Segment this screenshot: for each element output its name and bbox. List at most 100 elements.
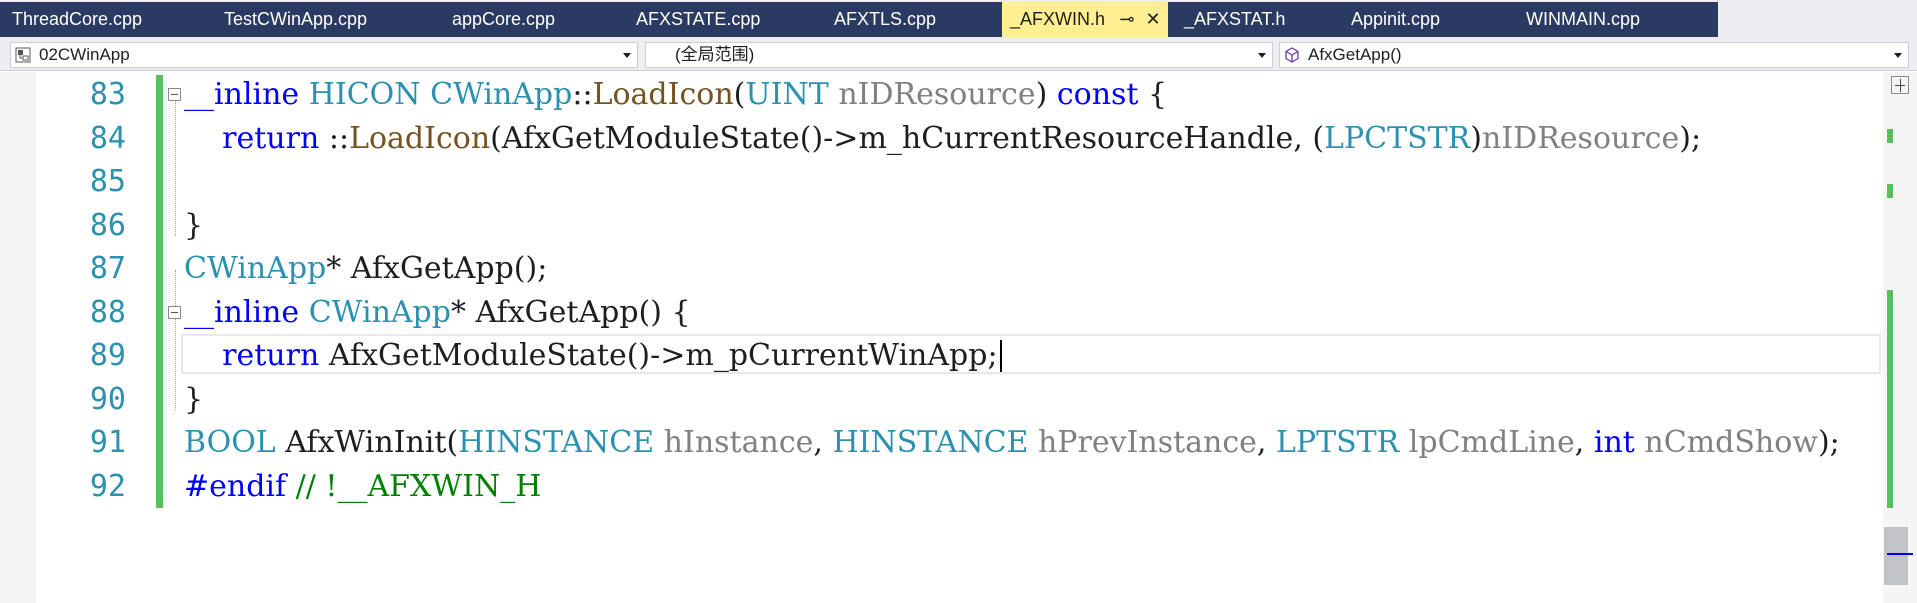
collapse-region-icon[interactable] [168, 305, 181, 319]
code-token: LoadIcon [349, 120, 491, 156]
line-number: 91 [89, 425, 126, 460]
method-cube-icon [1285, 47, 1299, 63]
tab-afxwin-h-label: _AFXWIN.h [1010, 9, 1106, 29]
line-number: 92 [89, 468, 126, 504]
change-marker [1887, 184, 1893, 198]
tab-afxtls-cpp[interactable]: AFXTLS.cpp [834, 2, 936, 37]
code-token: :: [572, 77, 593, 112]
scope-dropdown-value: (全局范围) [675, 45, 755, 64]
code-token: AfxGetModuleState()->m_pCurrentWinApp; [319, 338, 998, 373]
code-token: } [184, 381, 204, 417]
line-number: 87 [89, 251, 126, 286]
change-tracking-bar [156, 75, 163, 508]
tab-threadcore-cpp[interactable]: ThreadCore.cpp [12, 2, 142, 37]
member-dropdown[interactable]: AfxGetApp() [1279, 42, 1909, 68]
pin-icon[interactable]: ⊸ [1116, 2, 1138, 37]
code-token: LPCTSTR [1324, 120, 1471, 156]
split-window-icon[interactable] [1891, 76, 1909, 94]
code-token: AfxWinInit( [285, 425, 459, 460]
close-icon[interactable]: ✕ [1142, 2, 1164, 37]
code-token: return [222, 338, 320, 373]
code-token: HINSTANCE [458, 425, 664, 460]
scrollbar-thumb[interactable] [1884, 527, 1908, 585]
change-marker [1887, 290, 1893, 508]
line-number: 90 [89, 381, 126, 417]
code-editor[interactable]: 83 84 85 86 87 88 89 90 91 92 __inline HICON CWin… [0, 72, 1917, 603]
code-token: LoadIcon [592, 77, 734, 112]
code-token: ); [1679, 120, 1702, 156]
code-line[interactable]: CWinApp* AfxGetApp(); [184, 247, 547, 291]
line-number: 86 [89, 207, 126, 243]
code-line[interactable]: BOOL AfxWinInit(HINSTANCE hInstance, HIN… [184, 421, 1840, 465]
code-token: ) [1035, 77, 1057, 112]
chevron-down-icon [623, 53, 631, 58]
code-line[interactable]: } [184, 378, 203, 422]
tab-afxwin-h[interactable]: _AFXWIN.h ⊸ ✕ [1002, 2, 1168, 37]
code-token: , [1574, 425, 1594, 460]
code-line[interactable]: return ::LoadIcon(AfxGetModuleState()->m… [184, 117, 1701, 161]
caret-position-marker [1887, 553, 1913, 555]
code-token: ) [1470, 120, 1482, 156]
code-token: CWinApp [430, 77, 573, 112]
code-token: * AfxGetApp() { [450, 294, 691, 330]
collapse-region-icon[interactable] [168, 88, 181, 101]
document-tab-bar: ThreadCore.cpp TestCWinApp.cpp appCore.c… [0, 0, 1917, 37]
code-token: (AfxGetModuleState()->m_hCurrentResource… [490, 120, 1325, 156]
code-token: #endif [184, 468, 287, 504]
scope-dropdown[interactable]: (全局范围) [645, 42, 1273, 68]
text-caret [1000, 340, 1002, 372]
code-line[interactable]: #endif // !__AFXWIN_H [184, 465, 541, 509]
line-number: 85 [89, 164, 126, 199]
code-line[interactable]: __inline HICON CWinApp::LoadIcon(UINT nI… [184, 73, 1167, 117]
chevron-down-icon [1894, 53, 1902, 58]
chevron-down-icon [1258, 53, 1266, 58]
code-token: HICON [308, 77, 431, 112]
code-token: } [184, 207, 204, 243]
tab-appcore-cpp[interactable]: appCore.cpp [452, 2, 555, 37]
code-token: LPTSTR [1275, 425, 1409, 460]
navigation-bar: 02CWinApp (全局范围) AfxGetApp() [0, 37, 1917, 71]
code-token: HINSTANCE [832, 425, 1038, 460]
code-token: __inline [184, 294, 309, 330]
change-marker [1887, 129, 1893, 143]
project-dropdown[interactable]: 02CWinApp [10, 42, 638, 68]
line-number: 83 [89, 77, 126, 112]
code-token: return [222, 120, 320, 156]
code-line[interactable]: } [184, 204, 203, 248]
outline-guide [175, 96, 176, 236]
code-token: __inline [184, 77, 309, 112]
tab-afxstate-cpp[interactable]: AFXSTATE.cpp [636, 2, 760, 37]
tab-afxstat-h[interactable]: _AFXSTAT.h [1184, 2, 1285, 37]
code-token: { [1138, 77, 1168, 112]
tab-appinit-cpp[interactable]: Appinit.cpp [1351, 2, 1440, 37]
code-token: * AfxGetApp(); [326, 251, 548, 286]
code-token: ( [733, 77, 746, 112]
code-token: UINT [745, 77, 839, 112]
project-dropdown-value: 02CWinApp [39, 45, 130, 64]
visual-studio-editor-window: ThreadCore.cpp TestCWinApp.cpp appCore.c… [0, 0, 1917, 603]
code-token: nIDResource [838, 77, 1036, 112]
code-line[interactable]: __inline CWinApp* AfxGetApp() { [184, 291, 691, 335]
vertical-scrollbar[interactable] [1883, 72, 1917, 603]
code-token: nIDResource [1481, 120, 1680, 156]
project-icon [15, 47, 31, 63]
code-token: :: [319, 120, 350, 156]
tab-testcwinapp-cpp[interactable]: TestCWinApp.cpp [224, 2, 367, 37]
code-line[interactable]: return AfxGetModuleState()->m_pCurrentWi… [184, 334, 998, 378]
code-token: // !__AFXWIN_H [286, 468, 542, 504]
document-tab-well: ThreadCore.cpp TestCWinApp.cpp appCore.c… [0, 2, 1718, 37]
indicator-margin [0, 72, 36, 603]
code-token: int [1593, 425, 1645, 460]
line-number: 88 [89, 294, 126, 330]
line-number: 89 [89, 338, 126, 373]
code-token: const [1056, 77, 1139, 112]
tab-winmain-cpp[interactable]: WINMAIN.cpp [1526, 2, 1640, 37]
code-token: CWinApp [308, 294, 451, 330]
code-token: hPrevInstance [1037, 425, 1257, 460]
line-number: 84 [89, 120, 126, 156]
member-dropdown-value: AfxGetApp() [1308, 45, 1402, 64]
code-token: BOOL [184, 425, 286, 460]
outline-guide [175, 270, 176, 410]
code-token: hInstance [663, 425, 814, 460]
